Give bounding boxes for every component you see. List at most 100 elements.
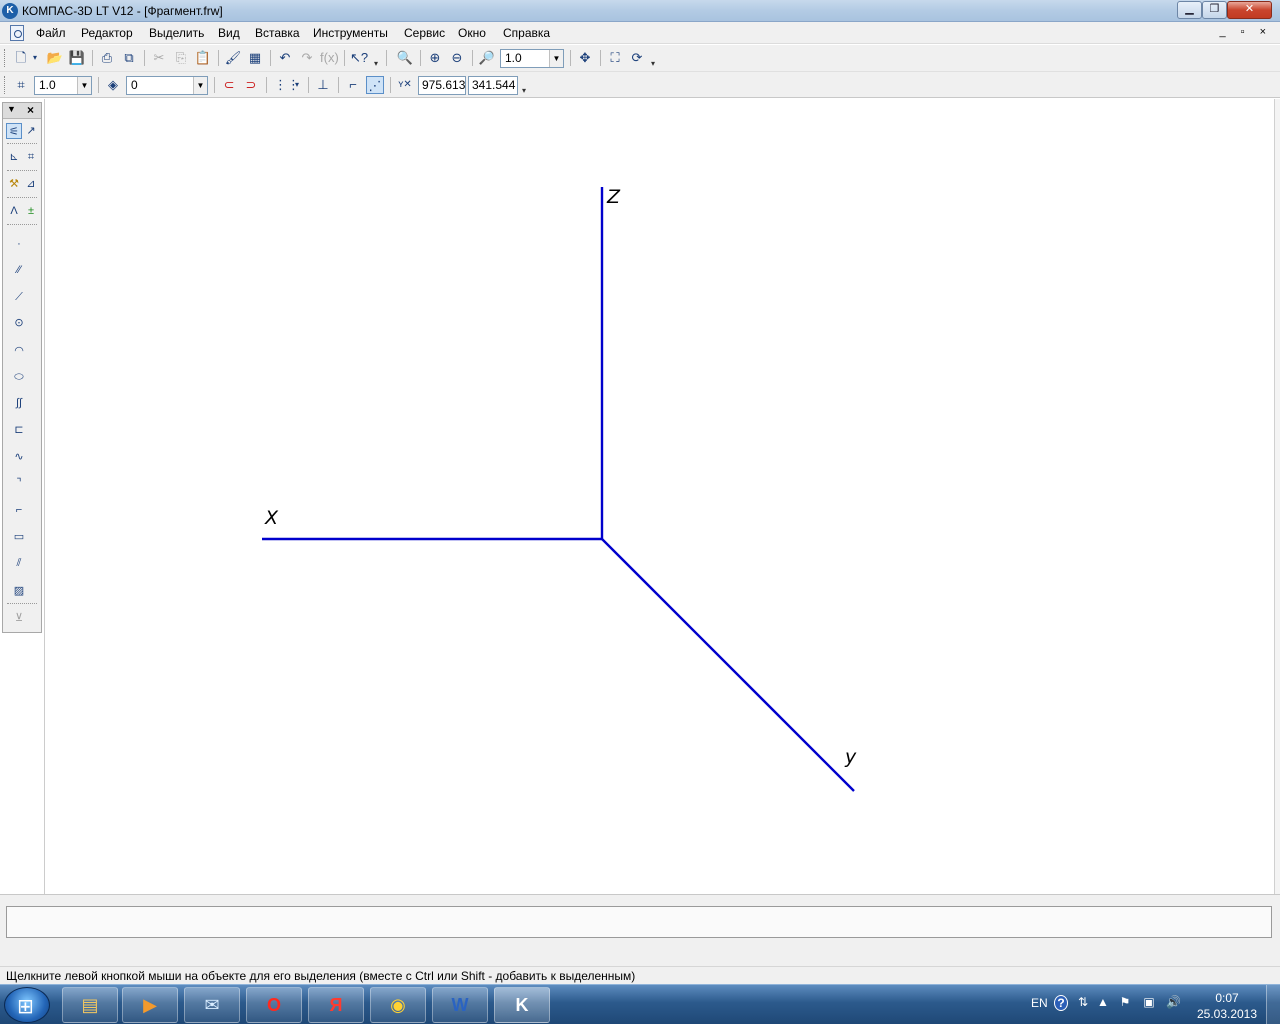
word-icon[interactable]: W bbox=[432, 987, 488, 1023]
chevron-down-icon[interactable]: ▼ bbox=[193, 77, 207, 94]
menu-help[interactable]: Справка bbox=[503, 26, 550, 40]
layer-combo[interactable]: 0 ▼ bbox=[126, 76, 208, 95]
toolbar-more-icon[interactable]: ▾ bbox=[374, 59, 378, 68]
undo-icon[interactable]: ↶ bbox=[276, 49, 294, 67]
segment-tool-icon[interactable]: ⟋ bbox=[11, 289, 27, 305]
kompas-taskbar-icon[interactable]: K bbox=[494, 987, 550, 1023]
media-player-icon[interactable]: ▶ bbox=[122, 987, 178, 1023]
network-icon[interactable]: ▣ bbox=[1142, 995, 1156, 1011]
clock-date[interactable]: 25.03.2013 bbox=[1196, 1007, 1258, 1021]
layers-icon[interactable]: ◈ bbox=[104, 76, 122, 94]
document-icon[interactable] bbox=[10, 25, 24, 41]
zoom-icon[interactable]: 🔎 bbox=[478, 49, 496, 67]
rectangle-tool-icon[interactable]: ▭ bbox=[11, 529, 27, 545]
action-center-flag-icon[interactable]: ⚑ bbox=[1118, 995, 1132, 1011]
open-icon[interactable]: 📂 bbox=[46, 49, 64, 67]
editing-page-icon[interactable]: ⌗ bbox=[23, 149, 39, 165]
print-icon[interactable]: ⧉ bbox=[120, 49, 138, 67]
parameterization-icon[interactable]: ⋰ bbox=[366, 76, 384, 94]
menu-insert[interactable]: Вставка bbox=[255, 26, 300, 40]
menu-file[interactable]: Файл bbox=[36, 26, 66, 40]
zoom-window-icon[interactable]: 🔍 bbox=[396, 49, 414, 67]
panel-close-icon[interactable]: × bbox=[27, 103, 34, 117]
new-dropdown-icon[interactable]: ▾ bbox=[30, 49, 40, 67]
start-button[interactable] bbox=[4, 987, 50, 1023]
kompas-icon[interactable]: K bbox=[2, 3, 18, 19]
close-button[interactable]: ✕ bbox=[1227, 1, 1272, 19]
menu-editor[interactable]: Редактор bbox=[81, 26, 133, 40]
fillet-tool-icon[interactable]: ⌐ bbox=[11, 502, 27, 518]
cursor-x-field[interactable]: 975.613 bbox=[418, 76, 466, 95]
toolbar-more-icon[interactable]: ▾ bbox=[651, 59, 655, 68]
circle-tool-icon[interactable]: ⊙ bbox=[11, 315, 27, 331]
hatch-tool-icon[interactable]: ▨ bbox=[11, 583, 27, 599]
redo-icon[interactable]: ↷ bbox=[298, 49, 316, 67]
minimize-button[interactable]: ▁ bbox=[1177, 1, 1202, 19]
properties-icon[interactable]: ▦ bbox=[246, 49, 264, 67]
ortho-icon[interactable]: ⌐ bbox=[344, 76, 362, 94]
network-updown-icon[interactable]: ⇅ bbox=[1076, 995, 1090, 1011]
language-indicator[interactable]: EN bbox=[1031, 996, 1048, 1010]
chrome-icon[interactable]: ◉ bbox=[370, 987, 426, 1023]
toolbar-grip[interactable] bbox=[4, 76, 7, 94]
explorer-icon[interactable]: ▤ bbox=[62, 987, 118, 1023]
vertical-scrollbar[interactable] bbox=[1274, 99, 1280, 894]
yandex-browser-icon[interactable]: Я bbox=[308, 987, 364, 1023]
menu-view[interactable]: Вид bbox=[218, 26, 240, 40]
opera-icon[interactable]: O bbox=[246, 987, 302, 1023]
context-help-icon[interactable]: ↖? bbox=[350, 49, 368, 67]
parametrization-page-icon[interactable]: ⚒ bbox=[6, 176, 22, 192]
clock-time[interactable]: 0:07 bbox=[1200, 991, 1254, 1005]
notation-page-icon[interactable]: ⊾ bbox=[6, 149, 22, 165]
copy-icon[interactable]: ⎘ bbox=[172, 49, 190, 67]
dimensions-page-icon[interactable]: ↗ bbox=[23, 123, 39, 139]
chamfer-tool-icon[interactable]: ⌝ bbox=[11, 475, 27, 491]
point-tool-icon[interactable]: · bbox=[11, 236, 27, 252]
spec-page-icon[interactable]: ± bbox=[23, 203, 39, 219]
variables-icon[interactable]: f(x) bbox=[320, 49, 339, 67]
new-document-icon[interactable]: 🗋 bbox=[12, 49, 30, 67]
cut-icon[interactable]: ✂ bbox=[150, 49, 168, 67]
arc-tool-icon[interactable]: ◠ bbox=[11, 343, 27, 359]
zoom-in-icon[interactable]: ⊕ bbox=[426, 49, 444, 67]
collect-contour-icon[interactable]: ⊻ bbox=[11, 610, 27, 626]
auxiliary-line-icon[interactable]: ⁄⁄ bbox=[11, 262, 27, 278]
menu-service[interactable]: Сервис bbox=[404, 26, 445, 40]
drawing-area[interactable]: Z X y bbox=[44, 99, 1274, 894]
axis-y-line[interactable] bbox=[601, 538, 855, 792]
copy-properties-icon[interactable]: 🖌 bbox=[224, 49, 242, 67]
geometry-page-icon[interactable]: ⚟ bbox=[6, 123, 22, 139]
cursor-y-field[interactable]: 341.544 bbox=[468, 76, 518, 95]
grid-dropdown-icon[interactable]: ▾ bbox=[292, 76, 302, 94]
measure-page-icon[interactable]: ⊿ bbox=[23, 176, 39, 192]
grid-icon[interactable]: ⋮⋮ bbox=[274, 76, 300, 94]
selection-page-icon[interactable]: Λ bbox=[6, 203, 22, 219]
zoom-combo[interactable]: 1.0 ▼ bbox=[500, 49, 564, 68]
toolbar-grip[interactable] bbox=[4, 49, 7, 67]
ellipse-tool-icon[interactable]: ⬭ bbox=[11, 369, 27, 385]
print-preview-icon[interactable]: ⎙ bbox=[98, 49, 116, 67]
save-icon[interactable]: 💾 bbox=[68, 49, 86, 67]
zoom-out-icon[interactable]: ⊖ bbox=[448, 49, 466, 67]
polyline-tool-icon[interactable]: ⊏ bbox=[11, 422, 27, 438]
refresh-icon[interactable]: ⟳ bbox=[628, 49, 646, 67]
menu-window[interactable]: Окно bbox=[458, 26, 486, 40]
command-prompt-box[interactable] bbox=[6, 906, 1272, 938]
volume-icon[interactable]: 🔊 bbox=[1166, 995, 1181, 1011]
fragment-drawing[interactable]: Z X y bbox=[45, 99, 1275, 894]
local-cs-icon[interactable]: ⊥ bbox=[314, 76, 332, 94]
show-desktop-button[interactable] bbox=[1266, 985, 1280, 1024]
show-all-icon[interactable]: ⛶ bbox=[606, 49, 624, 67]
local-snap-icon[interactable]: ⊃ bbox=[242, 76, 260, 94]
panel-menu-icon[interactable]: ▼ bbox=[7, 104, 16, 114]
maximize-button[interactable]: ❐ bbox=[1202, 1, 1227, 19]
bezier-tool-icon[interactable]: ∿ bbox=[11, 449, 27, 465]
chevron-down-icon[interactable]: ▼ bbox=[77, 77, 91, 94]
chevron-down-icon[interactable]: ▼ bbox=[549, 50, 563, 67]
menu-tools[interactable]: Инструменты bbox=[313, 26, 388, 40]
grid-step-combo[interactable]: 1.0 ▼ bbox=[34, 76, 92, 95]
show-hidden-icons-icon[interactable]: ▲ bbox=[1096, 995, 1110, 1011]
equidistant-tool-icon[interactable]: ⫽ bbox=[11, 555, 27, 571]
help-tray-icon[interactable]: ? bbox=[1054, 995, 1068, 1011]
mail-icon[interactable]: ✉ bbox=[184, 987, 240, 1023]
